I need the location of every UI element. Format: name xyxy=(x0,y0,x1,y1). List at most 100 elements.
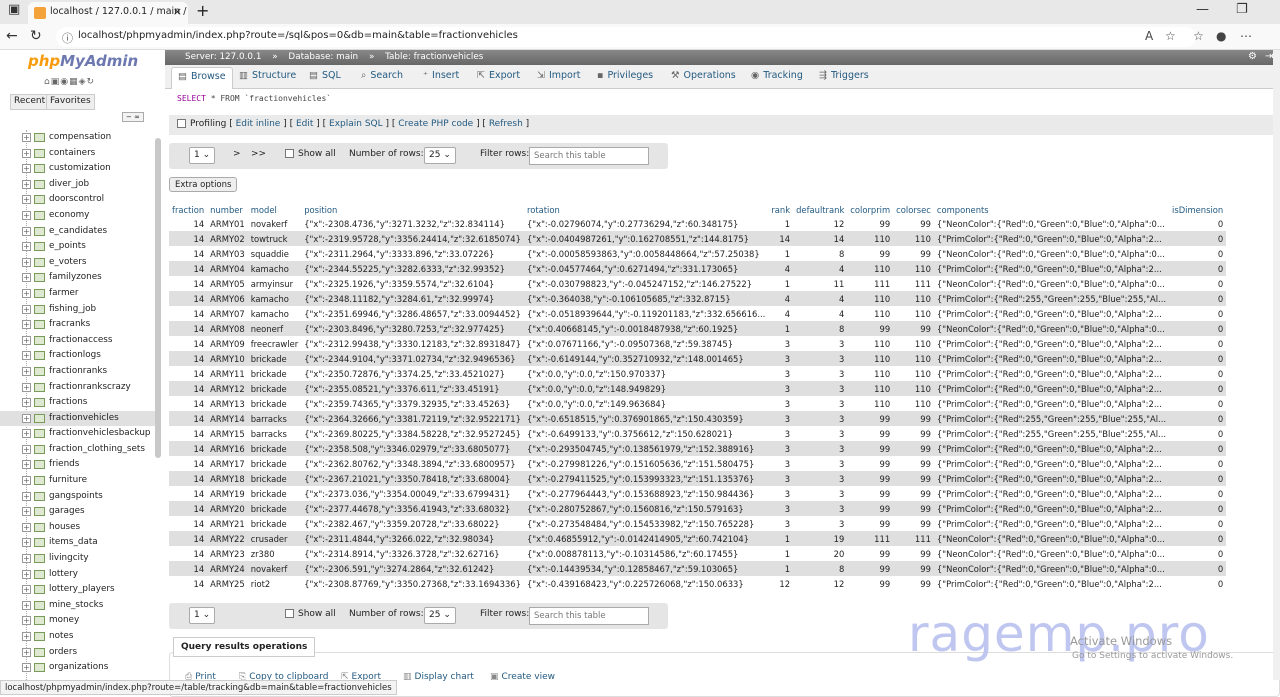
cell-components[interactable]: {"PrimColor":{"Red":0,"Green":0,"Blue":0… xyxy=(933,471,1170,486)
expand-icon[interactable]: + xyxy=(22,351,31,361)
sidebar-item-houses[interactable]: + houses xyxy=(0,520,155,536)
cell-rank[interactable]: 1 xyxy=(768,321,794,336)
cell-colorprim[interactable]: 110 xyxy=(847,306,894,321)
sidebar-item-lottery[interactable]: + lottery xyxy=(0,567,155,583)
cell-number[interactable]: ARMY09 xyxy=(207,336,248,351)
filter-input-bottom[interactable]: Search this table xyxy=(529,607,649,625)
cell-number[interactable]: ARMY23 xyxy=(207,546,248,561)
sidebar-icons[interactable]: ⌂▣◉▦◈↻ xyxy=(44,77,95,87)
cell-model[interactable]: brickade xyxy=(247,471,302,486)
cell-isDimension[interactable]: 0 xyxy=(1169,561,1227,576)
cell-defaultrank[interactable]: 3 xyxy=(793,471,848,486)
cell-model[interactable]: brickade xyxy=(247,486,302,501)
table-row[interactable]: 14 ARMY20 brickade {"x":-2377.44678,"y":335… xyxy=(169,501,1227,516)
cell-model[interactable]: brickade xyxy=(247,366,302,381)
close-tab-icon[interactable]: × xyxy=(173,5,182,18)
cell-defaultrank[interactable]: 3 xyxy=(793,381,848,396)
cell-rotation[interactable]: {"x":-0.279411525,"y":0.153993323,"z":15… xyxy=(523,471,769,486)
expand-icon[interactable]: + xyxy=(22,476,31,486)
cell-rank[interactable]: 3 xyxy=(768,366,794,381)
cell-fraction[interactable]: 14 xyxy=(169,246,208,261)
cell-model[interactable]: kamacho xyxy=(247,261,302,276)
breadcrumb-database[interactable]: Database: main xyxy=(288,52,358,62)
browser-tab[interactable]: localhost / 127.0.0.1 / main / fract × xyxy=(28,2,188,24)
rows-select-bottom[interactable]: 25 ⌄ xyxy=(424,607,456,624)
cell-rotation[interactable]: {"x":-0.0404987261,"y":0.162708551,"z":1… xyxy=(523,231,769,246)
explain-sql-link[interactable]: Explain SQL xyxy=(329,119,383,129)
table-row[interactable]: 14 ARMY24 novakerf {"x":-2306.591,"y":3274.… xyxy=(169,561,1227,576)
tab-privileges[interactable]: ▪ Privileges xyxy=(597,70,653,81)
cell-rank[interactable]: 14 xyxy=(768,231,794,246)
cell-colorsec[interactable]: 99 xyxy=(893,516,934,531)
table-row[interactable]: 14 ARMY21 brickade {"x":-2382.467,"y":3359.… xyxy=(169,516,1227,531)
cell-rotation[interactable]: {"x":-0.0518939644,"y":-0.119201183,"z":… xyxy=(523,306,769,321)
cell-fraction[interactable]: 14 xyxy=(169,276,208,291)
breadcrumb-table[interactable]: Table: fractionvehicles xyxy=(385,52,483,62)
cell-fraction[interactable]: 14 xyxy=(169,576,208,591)
last-page-button[interactable]: >> xyxy=(251,149,266,159)
cell-components[interactable]: {"PrimColor":{"Red":0,"Green":0,"Blue":0… xyxy=(933,501,1170,516)
expand-icon[interactable]: + xyxy=(22,491,31,501)
cell-colorprim[interactable]: 99 xyxy=(847,441,894,456)
show-all-checkbox[interactable] xyxy=(285,149,294,158)
cell-defaultrank[interactable]: 11 xyxy=(793,276,848,291)
cell-defaultrank[interactable]: 14 xyxy=(793,231,848,246)
show-all-checkbox-bottom[interactable] xyxy=(285,609,294,618)
cell-components[interactable]: {"PrimColor":{"Red":0,"Green":0,"Blue":0… xyxy=(933,456,1170,471)
collapse-all-icon[interactable]: − ∞ xyxy=(122,112,144,122)
cell-position[interactable]: {"x":-2311.4844,"y":3266.022,"z":32.9803… xyxy=(301,531,524,546)
cell-colorsec[interactable]: 111 xyxy=(893,531,934,546)
cell-components[interactable]: {"PrimColor":{"Red":0,"Green":0,"Blue":0… xyxy=(933,351,1170,366)
cell-rotation[interactable]: {"x":-0.279981226,"y":0.151605636,"z":15… xyxy=(523,456,769,471)
cell-fraction[interactable]: 14 xyxy=(169,321,208,336)
cell-colorsec[interactable]: 99 xyxy=(893,546,934,561)
column-header-number[interactable]: number xyxy=(207,203,248,216)
cell-defaultrank[interactable]: 8 xyxy=(793,321,848,336)
cell-rotation[interactable]: {"x":0.40668145,"y":-0.0018487938,"z":60… xyxy=(523,321,769,336)
expand-icon[interactable]: + xyxy=(22,429,31,439)
sidebar-item-farmer[interactable]: + farmer xyxy=(0,286,155,302)
cell-position[interactable]: {"x":-2351.69946,"y":3286.48657,"z":33.0… xyxy=(301,306,524,321)
cell-defaultrank[interactable]: 12 xyxy=(793,216,848,231)
cell-isDimension[interactable]: 0 xyxy=(1169,486,1227,501)
expand-icon[interactable]: + xyxy=(22,257,31,267)
table-row[interactable]: 14 ARMY17 brickade {"x":-2362.80762,"y":334… xyxy=(169,456,1227,471)
page-select-bottom[interactable]: 1 ⌄ xyxy=(189,607,215,624)
cell-rotation[interactable]: {"x":0.0,"y":0.0,"z":149.963684} xyxy=(523,396,769,411)
maximize-icon[interactable]: ❐ xyxy=(1236,2,1248,17)
column-header-model[interactable]: model xyxy=(247,203,302,216)
expand-icon[interactable]: + xyxy=(22,522,31,532)
cell-rotation[interactable]: {"x":0.008878113,"y":-0.10314586,"z":60.… xyxy=(523,546,769,561)
cell-colorsec[interactable]: 99 xyxy=(893,501,934,516)
cell-isDimension[interactable]: 0 xyxy=(1169,381,1227,396)
table-row[interactable]: 14 ARMY03 squaddie {"x":-2311.2964,"y":3333… xyxy=(169,246,1227,261)
table-row[interactable]: 14 ARMY01 novakerf {"x":-2308.4736,"y":3271… xyxy=(169,216,1227,231)
expand-icon[interactable]: + xyxy=(22,179,31,189)
cell-colorsec[interactable]: 99 xyxy=(893,246,934,261)
cell-isDimension[interactable]: 0 xyxy=(1169,396,1227,411)
cell-colorprim[interactable]: 110 xyxy=(847,396,894,411)
cell-isDimension[interactable]: 0 xyxy=(1169,216,1227,231)
table-row[interactable]: 14 ARMY12 brickade {"x":-2355.08521,"y":337… xyxy=(169,381,1227,396)
cell-position[interactable]: {"x":-2303.8496,"y":3280.7253,"z":32.977… xyxy=(301,321,524,336)
page-select[interactable]: 1 ⌄ xyxy=(189,147,215,164)
cell-number[interactable]: ARMY18 xyxy=(207,471,248,486)
cell-colorsec[interactable]: 99 xyxy=(893,441,934,456)
cell-colorsec[interactable]: 99 xyxy=(893,471,934,486)
sidebar-item-fracranks[interactable]: + fracranks xyxy=(0,317,155,333)
cell-components[interactable]: {"PrimColor":{"Red":0,"Green":0,"Blue":0… xyxy=(933,381,1170,396)
sidebar-item-containers[interactable]: + containers xyxy=(0,146,155,162)
table-row[interactable]: 14 ARMY05 armyinsur {"x":-2325.1926,"y":335… xyxy=(169,276,1227,291)
expand-icon[interactable]: + xyxy=(22,320,31,330)
breadcrumb-server[interactable]: Server: 127.0.0.1 xyxy=(185,52,261,62)
column-header-colorprim[interactable]: colorprim xyxy=(847,203,894,216)
table-row[interactable]: 14 ARMY14 barracks {"x":-2364.32666,"y":338… xyxy=(169,411,1227,426)
cell-model[interactable]: brickade xyxy=(247,351,302,366)
cell-position[interactable]: {"x":-2364.32666,"y":3381.72119,"z":32.9… xyxy=(301,411,524,426)
expand-icon[interactable]: + xyxy=(22,647,31,657)
expand-icon[interactable]: + xyxy=(22,663,31,673)
cell-rank[interactable]: 4 xyxy=(768,306,794,321)
cell-rotation[interactable]: {"x":-0.6499133,"y":0.3756612,"z":150.62… xyxy=(523,426,769,441)
cell-position[interactable]: {"x":-2344.9104,"y":3371.02734,"z":32.94… xyxy=(301,351,524,366)
cell-position[interactable]: {"x":-2308.4736,"y":3271.3232,"z":32.834… xyxy=(301,216,524,231)
